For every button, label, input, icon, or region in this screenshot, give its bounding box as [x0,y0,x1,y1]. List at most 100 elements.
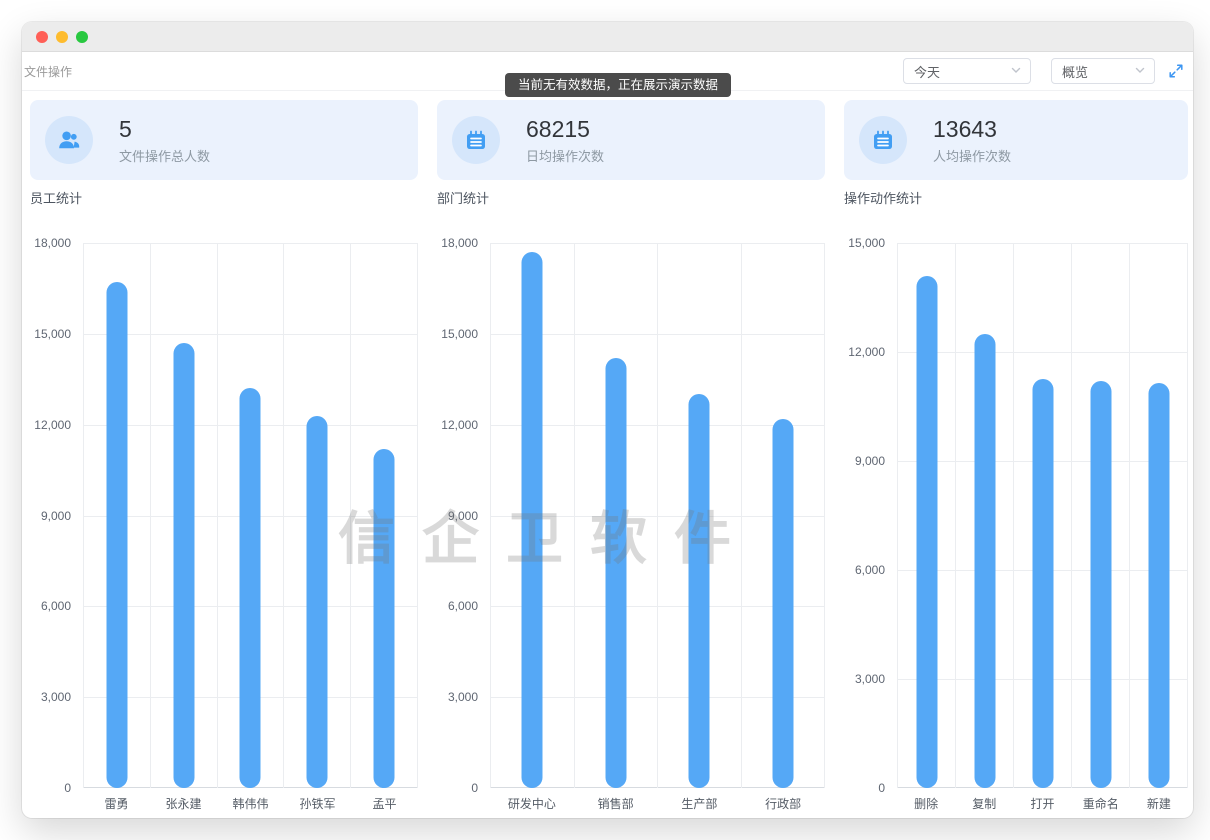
y-axis: 18,00015,00012,0009,0006,0003,0000 [30,243,83,788]
view-mode-value: 概览 [1062,62,1134,81]
chart-title: 操作动作统计 [844,188,1188,206]
x-axis-label: 雷勇 [83,795,150,812]
chevron-down-icon [1010,64,1022,79]
y-axis-tick: 6,000 [448,599,478,613]
stat-card-total-users: 5 文件操作总人数 [30,100,418,180]
bar-张永建[interactable] [173,343,194,788]
x-axis-label: 复制 [955,795,1013,812]
time-range-select[interactable]: 今天 [903,58,1031,84]
x-axis-label: 销售部 [574,795,658,812]
stat-card-per-user-ops: 13643 人均操作次数 [844,100,1188,180]
plot-area [490,243,825,788]
stat-value: 5 [119,116,210,143]
y-axis-tick: 15,000 [441,327,478,341]
y-axis-tick: 18,000 [441,236,478,250]
chart-title: 员工统计 [30,188,418,206]
bar-销售部[interactable] [605,358,626,788]
stat-value: 13643 [933,116,1011,143]
bar-雷勇[interactable] [106,282,127,788]
fullscreen-icon[interactable] [1168,63,1184,79]
plot-area [83,243,418,788]
x-axis-label: 韩伟伟 [217,795,284,812]
chart-title: 部门统计 [437,188,825,206]
bar-删除[interactable] [916,276,937,788]
bar-研发中心[interactable] [522,252,543,788]
y-axis-tick: 6,000 [41,599,71,613]
charts-row: 员工统计 18,00015,00012,0009,0006,0003,0000 … [22,180,1193,812]
close-button[interactable] [36,31,48,43]
plot-area [897,243,1188,788]
x-axis-label: 行政部 [741,795,825,812]
bar-新建[interactable] [1148,383,1169,788]
bar-行政部[interactable] [772,419,793,788]
y-axis-tick: 3,000 [448,690,478,704]
bar-复制[interactable] [974,334,995,788]
view-mode-select[interactable]: 概览 [1051,58,1155,84]
chart-column [491,243,575,788]
notepad-icon [859,116,907,164]
chart-column [1072,243,1130,788]
bar-打开[interactable] [1032,379,1053,788]
bar-韩伟伟[interactable] [240,388,261,788]
zoom-button[interactable] [76,31,88,43]
stat-label: 文件操作总人数 [119,146,210,165]
stat-value: 68215 [526,116,604,143]
x-axis-label: 研发中心 [490,795,574,812]
y-axis-tick: 12,000 [848,345,885,359]
chart-column [575,243,659,788]
x-axis-labels: 雷勇张永建韩伟伟孙铁军孟平 [83,788,418,812]
y-axis-tick: 6,000 [855,563,885,577]
demo-data-toast: 当前无有效数据，正在展示演示数据 [505,73,731,97]
y-axis-tick: 0 [878,781,885,795]
y-axis-tick: 9,000 [855,454,885,468]
chart-column [284,243,351,788]
y-axis: 18,00015,00012,0009,0006,0003,0000 [437,243,490,788]
chart-column [351,243,418,788]
chart-column [151,243,218,788]
notepad-icon [452,116,500,164]
x-axis-label: 打开 [1013,795,1071,812]
y-axis-tick: 3,000 [41,690,71,704]
x-axis-labels: 删除复制打开重命名新建 [897,788,1188,812]
x-axis-label: 孟平 [351,795,418,812]
stat-label: 日均操作次数 [526,146,604,165]
bar-生产部[interactable] [689,394,710,788]
y-axis-tick: 3,000 [855,672,885,686]
x-axis-label: 删除 [897,795,955,812]
stat-cards-row: 5 文件操作总人数 68215 日均操作次数 [22,91,1193,180]
page-title: 文件操作 [24,63,72,80]
x-axis-label: 张永建 [150,795,217,812]
bar-孙铁军[interactable] [307,416,328,788]
chart-column [956,243,1014,788]
chart-column [84,243,151,788]
x-axis-labels: 研发中心销售部生产部行政部 [490,788,825,812]
chart-action-stats: 操作动作统计 15,000 12,000 9,000 6,000 3,000 0 删除复制… [844,188,1188,812]
bar-孟平[interactable] [374,449,395,788]
users-icon [45,116,93,164]
app-window: 文件操作 今天 概览 当前无有效数据，正在展示演示数据 [22,22,1193,818]
y-axis-tick: 12,000 [441,418,478,432]
chevron-down-icon [1134,64,1146,79]
y-axis-tick: 0 [471,781,478,795]
y-axis-tick: 9,000 [41,509,71,523]
y-axis-tick: 15,000 [34,327,71,341]
chart-department-stats: 部门统计 18,00015,00012,0009,0006,0003,0000 … [437,188,825,812]
chart-column [742,243,826,788]
x-axis-label: 重命名 [1072,795,1130,812]
chart-column [1130,243,1188,788]
chart-column [1014,243,1072,788]
bar-重命名[interactable] [1090,381,1111,788]
y-axis-tick: 15,000 [848,236,885,250]
stat-card-daily-ops: 68215 日均操作次数 [437,100,825,180]
x-axis-label: 生产部 [658,795,742,812]
chart-column [898,243,956,788]
chart-column [658,243,742,788]
titlebar [22,22,1193,52]
minimize-button[interactable] [56,31,68,43]
chart-column [218,243,285,788]
time-range-value: 今天 [914,62,1010,81]
y-axis-tick: 0 [64,781,71,795]
x-axis-label: 孙铁军 [284,795,351,812]
y-axis: 15,00012,0009,0006,0003,0000 [844,243,897,788]
y-axis-tick: 12,000 [34,418,71,432]
